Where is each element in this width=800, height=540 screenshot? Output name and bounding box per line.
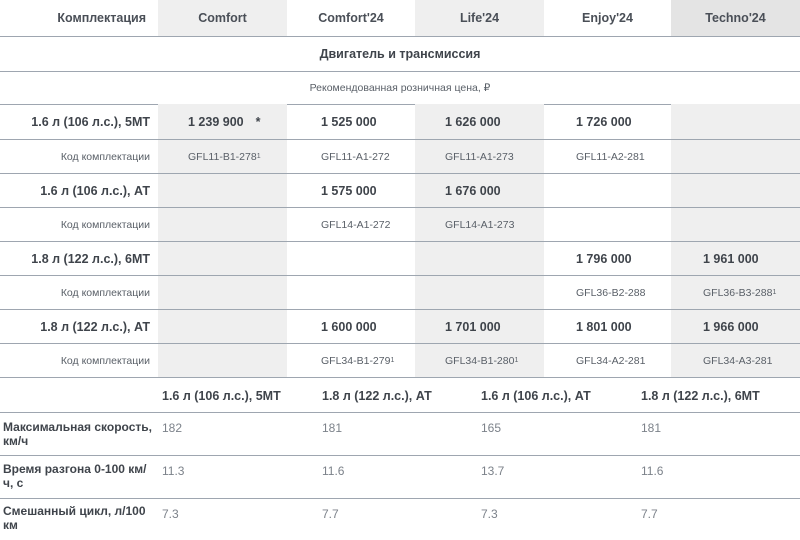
price-cell: 1 525 000: [321, 114, 377, 129]
table-header-row: Комплектация Comfort Comfort'24 Life'24 …: [0, 0, 800, 37]
spec-value: 13.7: [481, 464, 505, 478]
footnote-asterisk: *: [255, 114, 261, 129]
price-cell: [158, 174, 287, 207]
code-label: Код комплектации: [60, 286, 150, 299]
code-cell: [671, 140, 800, 173]
spec-value: 165: [481, 421, 502, 435]
price-cell: 1 796 000: [576, 251, 632, 266]
spec-value: 11.6: [322, 464, 345, 478]
table-row: Код комплектации GFL34-B1-279 1 GFL34-B1-…: [0, 344, 800, 378]
code-cell: GFL14-A1-272: [321, 218, 391, 231]
header-trim-life24: Life'24: [415, 0, 544, 36]
spec-value: 181: [641, 421, 662, 435]
code-cell: [415, 276, 544, 309]
header-trim-comfort: Comfort: [158, 0, 287, 36]
engine-label: 1.6 л (106 л.с.), 5МТ: [31, 114, 150, 129]
price-cell: 1 575 000: [321, 183, 377, 198]
price-cell: 1 726 000: [576, 114, 632, 129]
code-cell: [544, 208, 671, 241]
spec-value: 11.3: [162, 464, 185, 478]
table-row: 1.8 л (122 л.с.), АТ 1 600 000 1 701 000…: [0, 310, 800, 344]
price-cell: [415, 242, 544, 275]
spec-value: 182: [162, 421, 183, 435]
specs-header-row: 1.6 л (106 л.с.), 5МТ 1.8 л (122 л.с.), …: [0, 378, 800, 413]
table-row: 1.6 л (106 л.с.), 5МТ 1 239 900 * 1 525 0…: [0, 104, 800, 140]
code-cell: GFL34-B1-279 1: [321, 354, 395, 367]
code-cell: GFL36-B3-288 1: [671, 276, 800, 309]
code-cell: GFL11-A1-272: [321, 150, 390, 163]
spec-value: 7.3: [162, 507, 179, 521]
code-cell: GFL36-B2-288: [576, 286, 646, 299]
code-cell: GFL14-A1-273: [415, 208, 544, 241]
price-cell: [158, 310, 287, 343]
header-corner: Комплектация: [57, 11, 146, 25]
table-row: 1.8 л (122 л.с.), 6МТ 1 796 000 1 961 00…: [0, 242, 800, 276]
code-cell: [287, 276, 415, 309]
price-cell: 1 801 000: [576, 319, 632, 334]
code-cell: GFL11-A1-273: [415, 140, 544, 173]
spec-column-header: 1.8 л (122 л.с.), АТ: [322, 388, 432, 403]
price-cell: 1 961 000: [671, 242, 800, 275]
code-cell: GFL34-A3-281: [671, 344, 800, 377]
price-cell: [671, 174, 800, 207]
code-cell: [671, 208, 800, 241]
table-row: Код комплектации GFL14-A1-272 GFL14-A1-2…: [0, 208, 800, 242]
price-cell: 1 701 000: [415, 310, 544, 343]
spec-row: Время разгона 0-100 км/ч, с 11.3 11.6 13…: [0, 456, 800, 499]
spec-column-header: 1.8 л (122 л.с.), 6МТ: [641, 388, 760, 403]
code-label: Код комплектации: [60, 150, 150, 163]
price-cell: 1 676 000: [415, 174, 544, 207]
code-cell: [158, 344, 287, 377]
spec-row: Максимальная скорость, км/ч 182 181 165 …: [0, 413, 800, 456]
spec-label: Максимальная скорость, км/ч: [3, 420, 152, 448]
spec-value: 11.6: [641, 464, 664, 478]
spec-label: Смешанный цикл, л/100 км: [3, 504, 146, 532]
price-cell: 1 966 000: [671, 310, 800, 343]
price-cell: 1 626 000: [415, 104, 544, 139]
engine-label: 1.6 л (106 л.с.), АТ: [40, 183, 150, 198]
spec-column-header: 1.6 л (106 л.с.), 5МТ: [162, 388, 281, 403]
code-label: Код комплектации: [60, 218, 150, 231]
price-cell: 1 239 900 *: [158, 104, 287, 139]
code-label: Код комплектации: [60, 354, 150, 367]
code-cell: GFL34-B1-280 1: [415, 344, 544, 377]
price-cell: [158, 242, 287, 275]
price-cell: [544, 174, 671, 207]
section-title: Двигатель и трансмиссия: [0, 37, 800, 72]
section-subtitle: Рекомендованная розничная цена, ₽: [0, 71, 800, 105]
spec-value: 7.7: [322, 507, 339, 521]
header-trim-enjoy24: Enjoy'24: [582, 11, 633, 25]
code-cell: GFL11-A2-281: [576, 150, 645, 163]
table-row: Код комплектации GFL11-B1-278 1 GFL11-A1-…: [0, 140, 800, 174]
table-row: 1.6 л (106 л.с.), АТ 1 575 000 1 676 000: [0, 174, 800, 208]
code-cell: [158, 276, 287, 309]
header-trim-comfort24: Comfort'24: [318, 11, 384, 25]
engine-label: 1.8 л (122 л.с.), АТ: [40, 319, 150, 334]
spec-label: Время разгона 0-100 км/ч, с: [3, 462, 147, 490]
table-row: Код комплектации GFL36-B2-288 GFL36-B3-2…: [0, 276, 800, 310]
spec-value: 7.3: [481, 507, 498, 521]
engine-label: 1.8 л (122 л.с.), 6МТ: [31, 251, 150, 266]
code-cell: [158, 208, 287, 241]
spec-column-header: 1.6 л (106 л.с.), АТ: [481, 388, 591, 403]
header-trim-techno24: Techno'24: [671, 0, 800, 36]
code-cell: GFL34-A2-281: [576, 354, 646, 367]
price-cell: 1 600 000: [321, 319, 377, 334]
spec-row: Смешанный цикл, л/100 км 7.3 7.7 7.3 7.7: [0, 499, 800, 540]
code-cell: GFL11-B1-278 1: [158, 140, 287, 173]
price-cell: [287, 242, 415, 275]
price-cell: [671, 104, 800, 139]
spec-value: 181: [322, 421, 343, 435]
spec-value: 7.7: [641, 507, 658, 521]
